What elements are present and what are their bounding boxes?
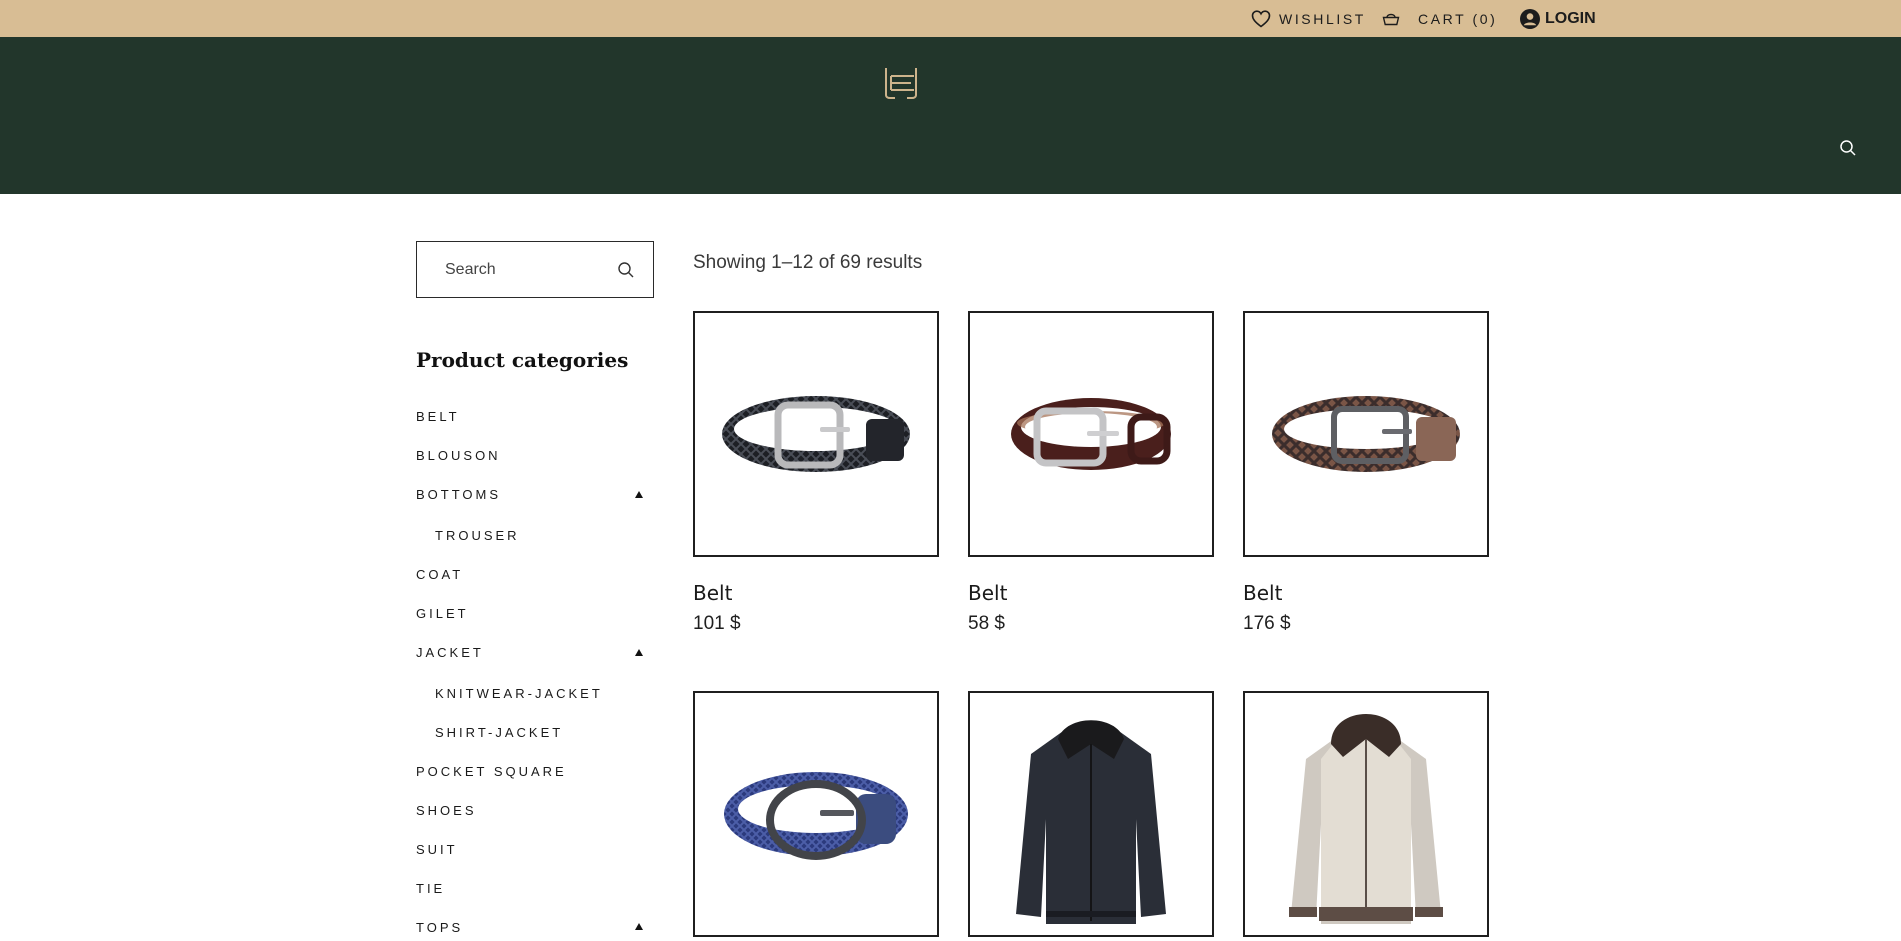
category-item[interactable]: TIE (416, 881, 445, 896)
top-bar: WISHLIST CART (0) LOGIN (0, 0, 1901, 37)
product-card[interactable]: Belt 101 $ (693, 311, 939, 635)
brown-suede-braided-belt (1272, 396, 1460, 472)
caret-up-icon[interactable] (633, 919, 645, 931)
category-item[interactable]: BOTTOMS (416, 487, 501, 502)
category-item[interactable]: COAT (416, 567, 463, 582)
product-card[interactable] (1243, 691, 1489, 937)
category-item[interactable]: GILET (416, 606, 469, 621)
sidebar-search (416, 241, 654, 298)
subcategory-item[interactable]: SHIRT-JACKET (435, 725, 563, 740)
brand-logo-icon[interactable] (883, 65, 919, 101)
site-header (0, 37, 1901, 194)
product-image[interactable] (1243, 311, 1489, 557)
product-card[interactable]: Belt 58 $ (968, 311, 1214, 635)
product-image[interactable] (968, 691, 1214, 937)
user-icon (1520, 8, 1540, 29)
product-image[interactable] (968, 311, 1214, 557)
product-price: 176 $ (1243, 613, 1291, 634)
caret-up-icon[interactable] (633, 487, 645, 499)
category-item[interactable]: JACKET (416, 645, 484, 660)
product-image[interactable] (693, 691, 939, 937)
login-label: LOGIN (1545, 9, 1596, 27)
search-input[interactable] (445, 260, 595, 279)
search-icon[interactable] (617, 261, 635, 279)
heart-icon (1251, 9, 1271, 28)
results-count: Showing 1–12 of 69 results (693, 252, 923, 273)
category-item[interactable]: SHOES (416, 803, 477, 818)
category-item[interactable]: TOPS (416, 920, 463, 935)
wishlist-link[interactable]: WISHLIST (1251, 0, 1366, 37)
wishlist-label: WISHLIST (1279, 10, 1366, 27)
subcategory-item[interactable]: KNITWEAR-JACKET (435, 686, 603, 701)
product-price: 101 $ (693, 613, 741, 634)
navy-elastic-belt (724, 772, 908, 860)
beige-hooded-jacket (1289, 714, 1443, 924)
brown-leather-belt (1011, 398, 1171, 470)
product-name[interactable]: Belt (1243, 581, 1489, 605)
product-card[interactable]: Belt 176 $ (1243, 311, 1489, 635)
product-name[interactable]: Belt (968, 581, 1214, 605)
product-price: 58 $ (968, 613, 1005, 634)
search-icon[interactable] (1839, 139, 1857, 157)
category-item[interactable]: BELT (416, 409, 460, 424)
category-item[interactable]: SUIT (416, 842, 458, 857)
black-braided-belt (722, 396, 910, 472)
product-image[interactable] (693, 311, 939, 557)
subcategory-item[interactable]: TROUSER (435, 528, 520, 543)
cart-label: CART (0) (1418, 10, 1498, 27)
categories-title: Product categories (416, 348, 629, 372)
product-card[interactable] (693, 691, 939, 937)
caret-up-icon[interactable] (633, 645, 645, 657)
black-bomber-jacket (1016, 720, 1166, 924)
product-card[interactable] (968, 691, 1214, 937)
category-item[interactable]: POCKET SQUARE (416, 764, 567, 779)
product-image[interactable] (1243, 691, 1489, 937)
product-name[interactable]: Belt (693, 581, 939, 605)
cart-link[interactable]: CART (0) (1382, 0, 1497, 37)
login-link[interactable]: LOGIN (1520, 0, 1596, 37)
basket-icon (1382, 11, 1400, 27)
category-item[interactable]: BLOUSON (416, 448, 501, 463)
